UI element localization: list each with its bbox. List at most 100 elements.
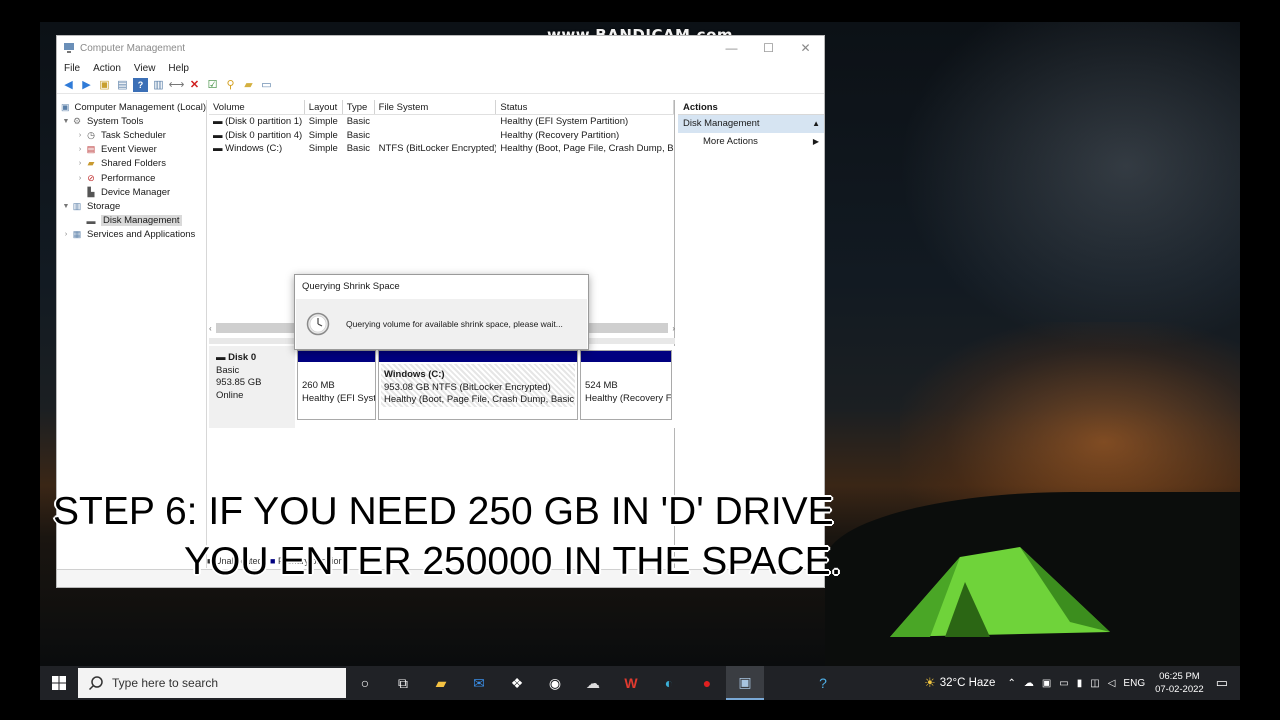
cortana-icon[interactable]: ○	[346, 666, 384, 700]
display-icon[interactable]: ▭	[1059, 678, 1068, 689]
partition-size: 260 MB	[302, 380, 335, 391]
close-button[interactable]: ✕	[787, 36, 824, 60]
column-volume[interactable]: Volume	[209, 100, 305, 114]
clock-date: 07-02-2022	[1155, 684, 1204, 695]
up-folder-icon[interactable]: ▣	[97, 78, 112, 92]
computer-management-icon	[64, 43, 74, 53]
menu-view[interactable]: View	[134, 63, 156, 74]
edge-icon[interactable]: ◐	[650, 666, 688, 700]
security-icon[interactable]: ▣	[1042, 678, 1051, 689]
tree-root[interactable]: ▣ Computer Management (Local)	[57, 100, 206, 114]
tree-shared-folders[interactable]: › ▰ Shared Folders	[57, 157, 206, 171]
task-view-icon[interactable]: ⧉	[384, 666, 422, 700]
title-bar: Computer Management	[57, 36, 824, 60]
start-button[interactable]	[40, 666, 78, 700]
wps-office-icon[interactable]: W	[612, 666, 650, 700]
volume-icon[interactable]: ◁	[1108, 678, 1116, 689]
partition-status: Healthy (Boot, Page File, Crash Dump, Ba…	[384, 394, 575, 405]
column-status[interactable]: Status	[496, 100, 674, 114]
actions-selected-label: Disk Management	[683, 118, 760, 129]
tree-performance[interactable]: › ⊘ Performance	[57, 171, 206, 185]
tree-services[interactable]: › ▦ Services and Applications	[57, 228, 206, 242]
event-viewer-icon: ▤	[86, 144, 96, 155]
chevron-right-icon: ▶	[812, 137, 819, 146]
chevron-right-icon[interactable]: ›	[75, 146, 85, 153]
language-indicator[interactable]: ENG	[1123, 678, 1145, 689]
table-row[interactable]: ▬ Windows (C:) Simple Basic NTFS (BitLoc…	[209, 142, 674, 156]
column-file-system[interactable]: File System	[375, 100, 497, 114]
computer-management-task-icon[interactable]: ▣	[726, 666, 764, 700]
file-explorer-icon[interactable]: ▰	[422, 666, 460, 700]
battery-icon[interactable]: ▮	[1077, 678, 1083, 689]
notifications-icon[interactable]: ▭	[1216, 675, 1228, 691]
volume-list-header: Volume Layout Type File System Status	[209, 100, 674, 115]
folder-icon[interactable]: ▰	[241, 78, 256, 92]
taskbar-search-box[interactable]: Type here to search	[78, 668, 346, 698]
disk-info[interactable]: ▬ Disk 0 Basic 953.85 GB Online	[209, 346, 295, 428]
partition-size: 524 MB	[585, 380, 618, 391]
partition-label: Windows (C:)	[384, 369, 445, 380]
back-arrow-icon[interactable]: ◀	[61, 78, 76, 92]
disk-type: Basic	[216, 364, 240, 376]
tree-task-scheduler[interactable]: › ◷ Task Scheduler	[57, 128, 206, 142]
chrome-icon[interactable]: ◉	[536, 666, 574, 700]
chevron-up-icon[interactable]: ⌃	[1007, 678, 1015, 689]
show-hide-tree-icon[interactable]: ▤	[115, 78, 130, 92]
shared-folder-icon: ▰	[87, 158, 95, 169]
tree-device-manager[interactable]: ▙ Device Manager	[57, 185, 206, 199]
weather-text[interactable]: 32°C Haze	[940, 677, 996, 689]
clock-icon: ◷	[87, 129, 95, 140]
actions-header: Actions	[678, 100, 824, 115]
taskbar-clock[interactable]: 06:25 PM 07-02-2022	[1155, 670, 1204, 696]
properties-icon[interactable]: ▥	[151, 78, 166, 92]
app-icon[interactable]: ☁	[574, 666, 612, 700]
network-icon[interactable]: ◫	[1090, 678, 1099, 689]
partition-status: Healthy (EFI Syst	[302, 392, 375, 404]
column-type[interactable]: Type	[343, 100, 375, 114]
help-icon[interactable]: ?	[133, 77, 148, 92]
chevron-right-icon[interactable]: ›	[75, 132, 85, 139]
column-layout[interactable]: Layout	[305, 100, 343, 114]
minimize-button[interactable]: —	[713, 36, 750, 60]
scroll-right-icon[interactable]: ›	[672, 324, 675, 333]
collapse-up-icon[interactable]: ▲	[812, 115, 820, 133]
tree-system-tools[interactable]: ▼ ⚙ System Tools	[57, 114, 206, 128]
tree-event-viewer[interactable]: › ▤ Event Viewer	[57, 143, 206, 157]
forward-arrow-icon[interactable]: ▶	[79, 78, 94, 92]
more-actions[interactable]: More Actions ▶	[678, 133, 824, 151]
partition-windows-c[interactable]: Windows (C:) 953.08 GB NTFS (BitLocker E…	[378, 350, 578, 420]
actions-disk-management[interactable]: Disk Management ▲	[678, 115, 824, 133]
cell-type: Basic	[346, 116, 370, 127]
tree-storage[interactable]: ▼ ▥ Storage	[57, 199, 206, 213]
help-icon[interactable]: ?	[804, 666, 842, 700]
storage-icon: ▥	[72, 200, 82, 211]
search-folder-icon[interactable]: ⚲	[223, 78, 238, 92]
menu-file[interactable]: File	[64, 63, 80, 74]
menu-action[interactable]: Action	[93, 63, 121, 74]
menu-help[interactable]: Help	[168, 63, 189, 74]
weather-icon[interactable]: ☀	[924, 675, 936, 691]
delete-icon[interactable]: ✕	[187, 78, 202, 92]
onedrive-icon[interactable]: ☁	[1024, 678, 1034, 689]
table-row[interactable]: ▬ (Disk 0 partition 4) Simple Basic Heal…	[209, 129, 674, 143]
list-view-icon[interactable]: ▭	[259, 78, 274, 92]
chevron-down-icon[interactable]: ▼	[61, 118, 71, 125]
device-manager-icon: ▙	[87, 186, 95, 197]
chevron-right-icon[interactable]: ›	[75, 175, 85, 182]
dropbox-icon[interactable]: ❖	[498, 666, 536, 700]
checklist-icon[interactable]: ☑	[205, 78, 220, 92]
connect-icon[interactable]: ⟷	[169, 78, 185, 92]
mail-icon[interactable]: ✉	[460, 666, 498, 700]
chevron-right-icon[interactable]: ›	[75, 160, 85, 167]
partition-recovery[interactable]: 524 MB Healthy (Recovery F	[580, 350, 672, 420]
partition-stripe	[298, 351, 375, 362]
table-row[interactable]: ▬ (Disk 0 partition 1) Simple Basic Heal…	[209, 115, 674, 129]
bandicam-record-icon[interactable]: ●	[688, 666, 726, 700]
chevron-down-icon[interactable]: ▼	[61, 203, 71, 210]
tree-disk-management[interactable]: ▬ Disk Management	[57, 214, 206, 228]
partition-efi[interactable]: 260 MB Healthy (EFI Syst	[297, 350, 376, 420]
window-title: Computer Management	[80, 42, 186, 54]
chevron-right-icon[interactable]: ›	[61, 231, 71, 238]
scroll-left-icon[interactable]: ‹	[209, 324, 212, 333]
maximize-button[interactable]: ☐	[750, 36, 787, 60]
